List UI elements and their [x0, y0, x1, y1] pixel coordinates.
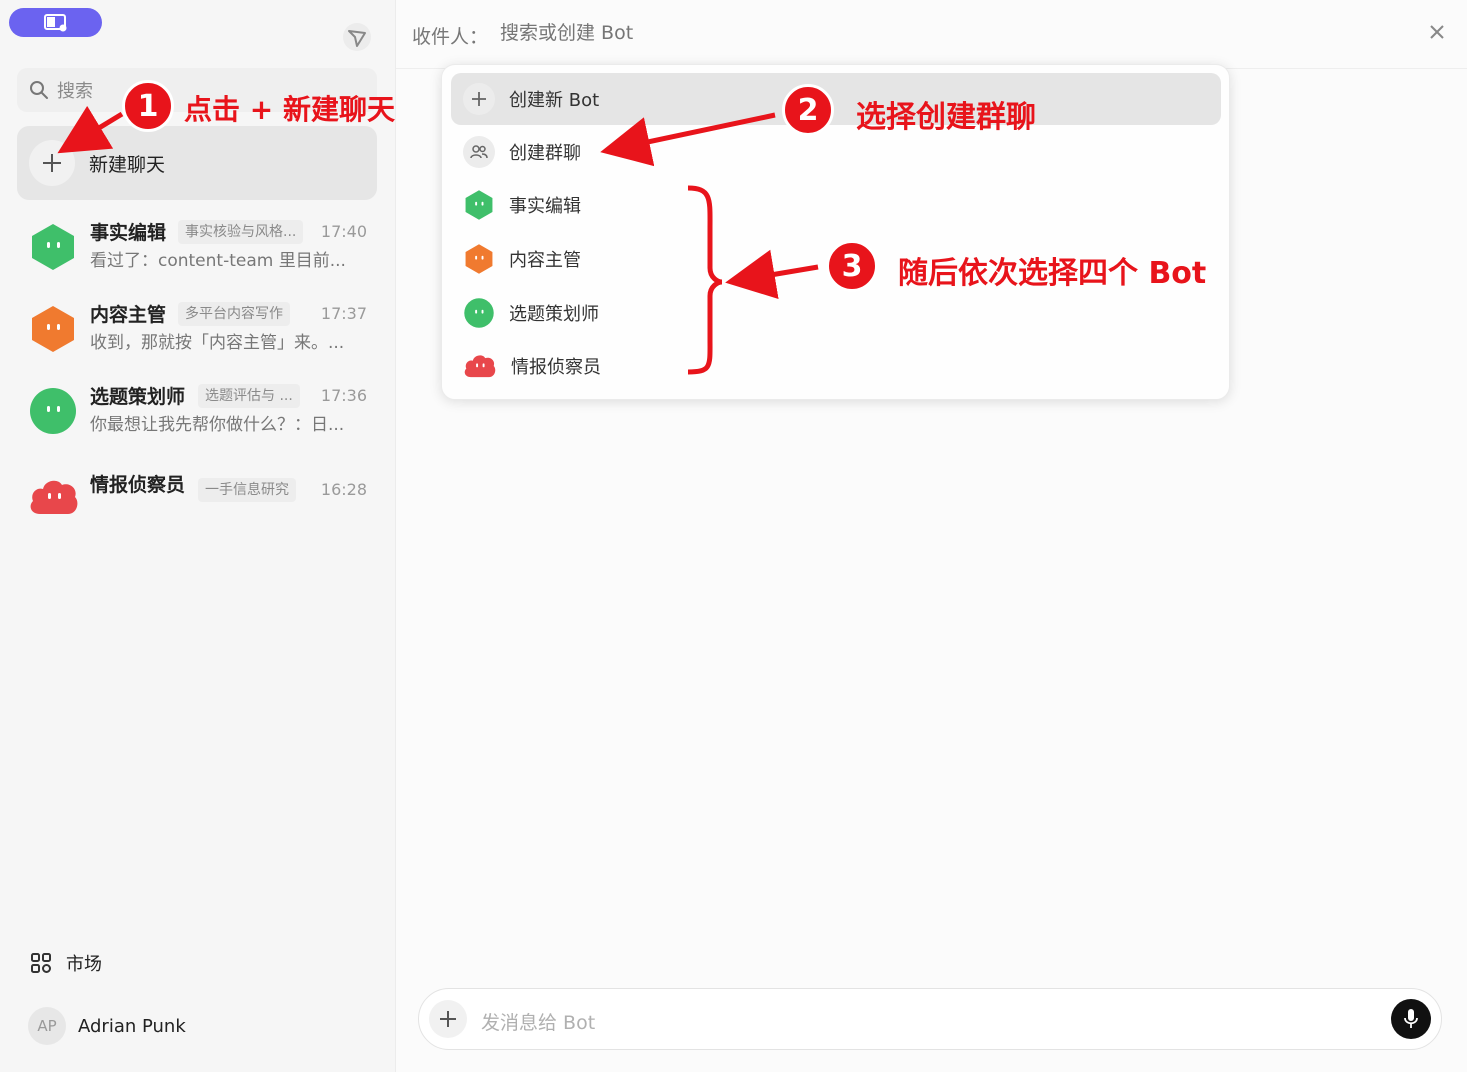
plus-icon — [29, 140, 75, 186]
chat-name: 事实编辑 — [90, 222, 167, 244]
chat-preview: 收到，那就按「内容主管」来。... — [90, 333, 345, 353]
bot-avatar-green-hex-icon — [465, 190, 493, 220]
bot-avatar-green-round-icon — [464, 298, 494, 328]
grid-apps-icon — [31, 953, 51, 973]
create-bot-option[interactable]: 创建新 Bot — [451, 73, 1221, 125]
market-link[interactable]: 市场 — [30, 950, 102, 976]
bot-option[interactable]: 事实编辑 — [451, 179, 1221, 231]
recipient-bar: 收件人： — [396, 0, 1467, 69]
step3-text: 随后依次选择四个 Bot — [898, 256, 1207, 291]
sidebar: 搜索 新建聊天 事实编辑 事实核验与风格... 17:40 看过了：conten… — [0, 0, 396, 1072]
step1-badge: 1 — [122, 80, 174, 132]
create-group-chat-option[interactable]: 创建群聊 — [451, 126, 1221, 178]
chat-tag: 事实核验与风格... — [178, 220, 304, 244]
new-chat-label: 新建聊天 — [89, 153, 166, 176]
chat-preview: 你最想让我先帮你做什么？：日... — [90, 415, 345, 435]
step3-badge: 3 — [826, 240, 878, 292]
option-label: 事实编辑 — [509, 196, 581, 217]
step1-text: 点击 + 新建聊天 — [184, 93, 395, 126]
step2-badge: 2 — [782, 84, 834, 136]
microphone-icon[interactable] — [1391, 999, 1431, 1039]
plus-icon — [463, 83, 495, 115]
search-icon — [30, 81, 48, 99]
user-profile[interactable]: AP Adrian Punk — [28, 1007, 186, 1045]
recipient-dropdown: 创建新 Bot 创建群聊 事实编辑 内容主管 选题策划师 情报侦察员 — [441, 64, 1230, 400]
bot-option[interactable]: 选题策划师 — [451, 287, 1221, 339]
bot-option[interactable]: 情报侦察员 — [451, 340, 1221, 392]
chat-time: 17:36 — [320, 386, 367, 405]
chat-time: 17:40 — [320, 222, 367, 241]
chat-name: 选题策划师 — [90, 386, 186, 408]
chat-time: 16:28 — [320, 480, 367, 499]
pin-icon[interactable] — [340, 22, 374, 56]
message-composer[interactable]: 发消息给 Bot — [418, 988, 1442, 1050]
sidebar-panel-icon — [43, 13, 66, 31]
group-icon — [463, 136, 495, 168]
chat-preview: 看过了：content-team 里目前... — [90, 251, 346, 271]
chat-tag: 一手信息研究 — [198, 478, 296, 502]
chat-name: 内容主管 — [90, 304, 167, 326]
option-label: 创建新 Bot — [509, 90, 600, 111]
chat-name: 情报侦察员 — [90, 474, 186, 496]
chat-time: 17:37 — [320, 304, 367, 323]
chat-list-item[interactable]: 选题策划师 选题评估与 ... 17:36 你最想让我先帮你做什么？：日... — [28, 380, 373, 440]
bot-avatar-red-cloud-icon — [30, 480, 78, 514]
market-label: 市场 — [66, 954, 102, 975]
user-name: Adrian Punk — [78, 1015, 186, 1037]
bot-avatar-green-round-icon — [30, 388, 76, 434]
close-icon[interactable] — [1429, 24, 1445, 44]
message-placeholder: 发消息给 Bot — [481, 1012, 596, 1034]
attach-plus-icon[interactable] — [429, 1000, 467, 1038]
avatar: AP — [28, 1007, 66, 1045]
bot-avatar-red-cloud-icon — [464, 355, 496, 378]
recipient-label: 收件人： — [412, 26, 489, 48]
sidebar-toggle-button[interactable] — [9, 8, 102, 37]
option-label: 内容主管 — [509, 250, 581, 271]
bot-avatar-green-hex-icon — [32, 224, 74, 270]
recipient-search-input[interactable] — [500, 22, 900, 44]
option-label: 情报侦察员 — [511, 357, 601, 378]
search-placeholder: 搜索 — [57, 81, 93, 102]
step2-text: 选择创建群聊 — [856, 100, 1036, 135]
chat-tag: 选题评估与 ... — [198, 384, 300, 408]
bot-avatar-orange-hex-icon — [465, 244, 493, 274]
chat-list-item[interactable]: 内容主管 多平台内容写作 17:37 收到，那就按「内容主管」来。... — [28, 298, 373, 358]
chat-tag: 多平台内容写作 — [178, 302, 290, 326]
bot-avatar-orange-hex-icon — [32, 306, 74, 352]
new-chat-button[interactable]: 新建聊天 — [17, 126, 377, 200]
chat-list-item[interactable]: 事实编辑 事实核验与风格... 17:40 看过了：content-team 里… — [28, 216, 373, 276]
option-label: 创建群聊 — [509, 143, 581, 164]
option-label: 选题策划师 — [509, 304, 599, 325]
chat-list-item[interactable]: 情报侦察员 一手信息研究 16:28 — [28, 468, 373, 528]
